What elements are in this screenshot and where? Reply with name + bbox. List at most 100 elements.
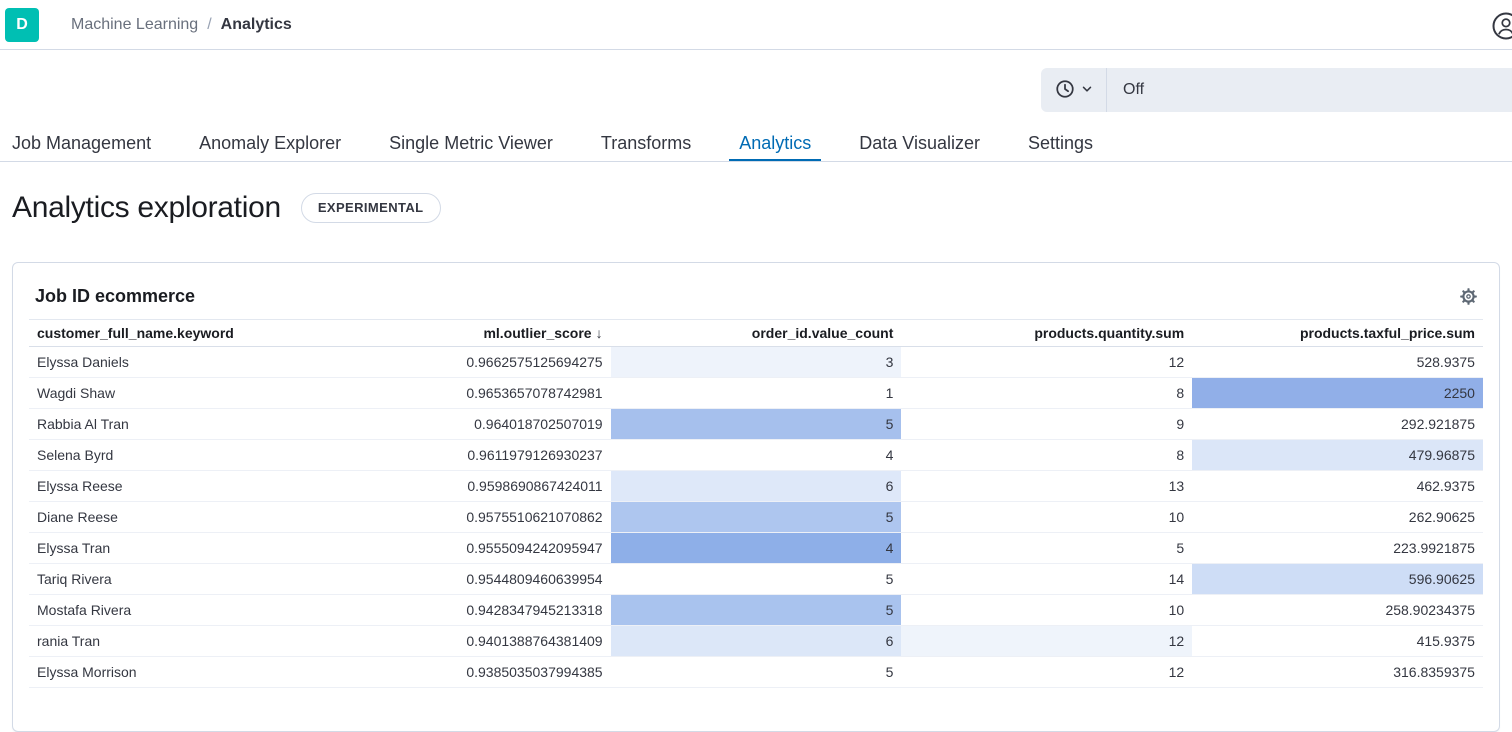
breadcrumb: Machine Learning / Analytics [71,16,292,34]
table-cell: Rabbia Al Tran [29,409,320,439]
table-cell: 10 [901,595,1192,625]
table-cell: 6 [611,626,902,656]
column-label: products.quantity.sum [1034,325,1184,341]
table-cell: Elyssa Morrison [29,657,320,687]
table-header-row: customer_full_name.keyword ml.outlier_sc… [29,319,1483,347]
table-cell: 4 [611,440,902,470]
table-cell: 223.9921875 [1192,533,1483,563]
panel-title: Job ID ecommerce [35,286,195,307]
table-row: Diane Reese0.9575510621070862510262.9062… [29,502,1483,533]
table-cell: 6 [611,471,902,501]
table-cell: rania Tran [29,626,320,656]
table-cell: 262.90625 [1192,502,1483,532]
table-cell: 5 [611,657,902,687]
table-cell: 0.9544809460639954 [320,564,611,594]
column-header-order-id-value-count[interactable]: order_id.value_count [611,325,902,341]
top-header: D Machine Learning / Analytics [0,0,1512,50]
table-cell: 0.9575510621070862 [320,502,611,532]
space-avatar[interactable]: D [5,8,39,42]
auto-refresh-control: Off [1041,68,1512,112]
table-cell: 596.90625 [1192,564,1483,594]
table-cell: Elyssa Reese [29,471,320,501]
table-cell: 14 [901,564,1192,594]
table-cell: 258.90234375 [1192,595,1483,625]
table-row: Mostafa Rivera0.9428347945213318510258.9… [29,595,1483,626]
table-cell: 292.921875 [1192,409,1483,439]
table-cell: 12 [901,626,1192,656]
table-cell: 0.9653657078742981 [320,378,611,408]
account-icon[interactable] [1491,11,1512,41]
table-cell: 415.9375 [1192,626,1483,656]
table-cell: Diane Reese [29,502,320,532]
tab-data-visualizer[interactable]: Data Visualizer [849,128,990,161]
table-cell: 4 [611,533,902,563]
table-row: Elyssa Morrison0.9385035037994385512316.… [29,657,1483,688]
table-cell: Selena Byrd [29,440,320,470]
table-row: Rabbia Al Tran0.96401870250701959292.921… [29,409,1483,440]
results-table: customer_full_name.keyword ml.outlier_sc… [29,319,1483,688]
table-cell: 0.9385035037994385 [320,657,611,687]
sort-desc-icon: ↓ [596,325,603,341]
tab-anomaly-explorer[interactable]: Anomaly Explorer [189,128,351,161]
gear-icon[interactable] [1459,287,1477,305]
results-panel: Job ID ecommerce [12,262,1500,732]
refresh-status: Off [1123,81,1144,99]
table-cell: 0.9555094242095947 [320,533,611,563]
tab-single-metric-viewer[interactable]: Single Metric Viewer [379,128,563,161]
table-row: rania Tran0.9401388764381409612415.9375 [29,626,1483,657]
breadcrumb-machine-learning[interactable]: Machine Learning [71,16,198,34]
table-cell: Mostafa Rivera [29,595,320,625]
toolbar-row: Off [0,68,1512,112]
table-cell: 0.9598690867424011 [320,471,611,501]
table-cell: 5 [611,409,902,439]
column-label: order_id.value_count [752,325,894,341]
table-body: Elyssa Daniels0.9662575125694275312528.9… [29,347,1483,688]
table-cell: 0.9401388764381409 [320,626,611,656]
table-cell: 462.9375 [1192,471,1483,501]
breadcrumb-separator: / [207,16,211,34]
clock-icon [1055,79,1075,102]
table-row: Elyssa Reese0.9598690867424011613462.937… [29,471,1483,502]
table-cell: Wagdi Shaw [29,378,320,408]
column-header-ml-outlier-score[interactable]: ml.outlier_score ↓ [320,325,611,341]
table-cell: 12 [901,347,1192,377]
column-header-customer-full-name[interactable]: customer_full_name.keyword [29,325,320,341]
table-cell: Tariq Rivera [29,564,320,594]
column-header-products-quantity-sum[interactable]: products.quantity.sum [901,325,1192,341]
table-row: Selena Byrd0.961197912693023748479.96875 [29,440,1483,471]
tab-settings[interactable]: Settings [1018,128,1103,161]
table-cell: 316.8359375 [1192,657,1483,687]
table-cell: 528.9375 [1192,347,1483,377]
table-cell: 0.9428347945213318 [320,595,611,625]
page-title: Analytics exploration [12,188,281,228]
table-cell: 479.96875 [1192,440,1483,470]
tab-job-management[interactable]: Job Management [2,128,161,161]
table-cell: 3 [611,347,902,377]
table-cell: 13 [901,471,1192,501]
table-cell: 5 [611,502,902,532]
table-cell: 5 [611,595,902,625]
table-cell: 0.9662575125694275 [320,347,611,377]
tab-bar: Job Management Anomaly Explorer Single M… [0,128,1512,162]
column-label: customer_full_name.keyword [37,325,234,341]
refresh-interval-button[interactable] [1041,68,1107,112]
table-cell: 0.9611979126930237 [320,440,611,470]
table-cell: 5 [901,533,1192,563]
app-root: D Machine Learning / Analytics [0,0,1512,732]
column-header-products-taxful-price-sum[interactable]: products.taxful_price.sum [1192,325,1483,341]
table-cell: 10 [901,502,1192,532]
chevron-down-icon [1081,83,1093,98]
table-cell: 8 [901,378,1192,408]
table-cell: 8 [901,440,1192,470]
table-cell: 1 [611,378,902,408]
table-cell: 9 [901,409,1192,439]
table-cell: 12 [901,657,1192,687]
table-cell: Elyssa Daniels [29,347,320,377]
page-header: Analytics exploration EXPERIMENTAL [12,188,1512,228]
tab-analytics[interactable]: Analytics [729,128,821,161]
panel-header: Job ID ecommerce [29,279,1483,313]
tab-transforms[interactable]: Transforms [591,128,701,161]
column-label: ml.outlier_score [483,325,591,341]
table-cell: Elyssa Tran [29,533,320,563]
table-cell: 0.964018702507019 [320,409,611,439]
